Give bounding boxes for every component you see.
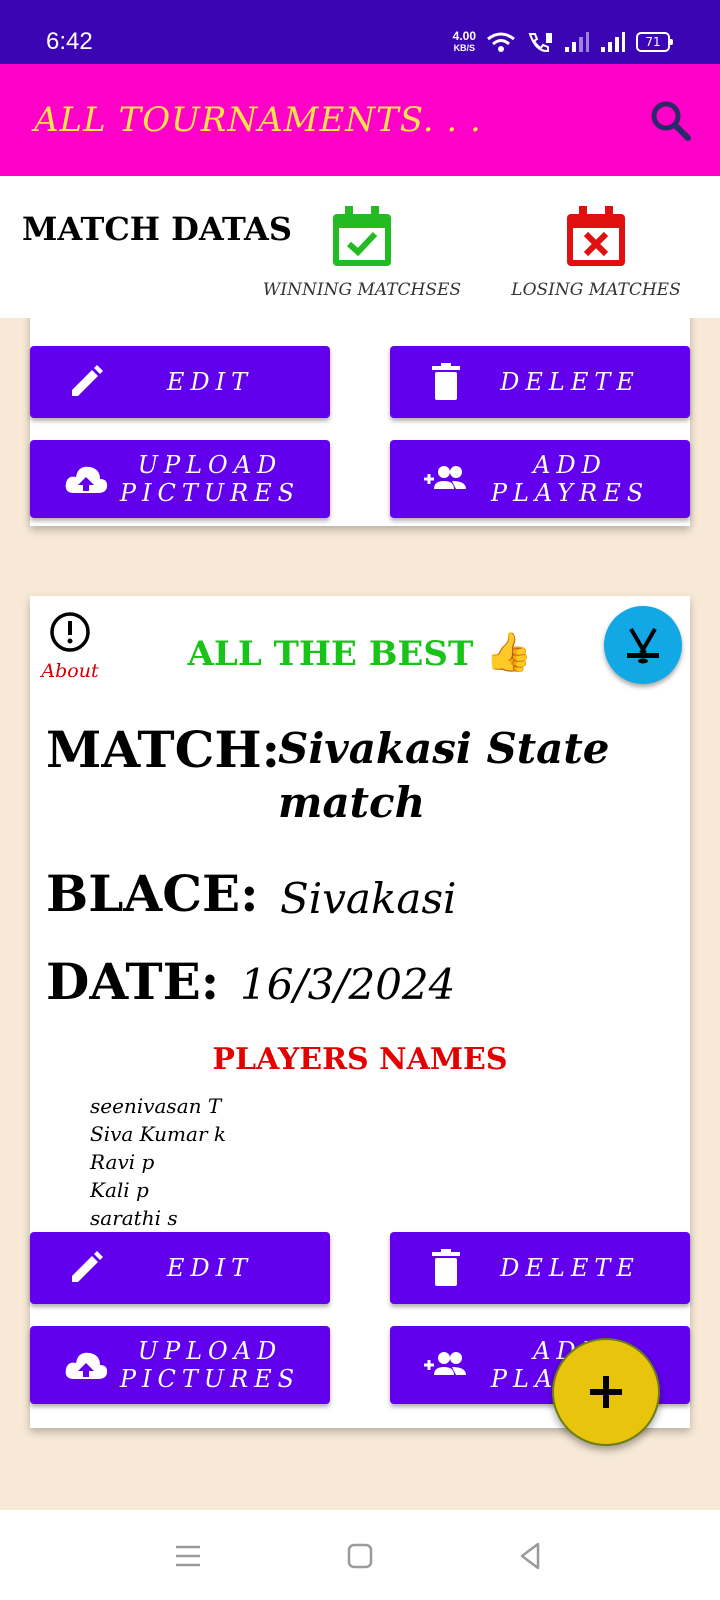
home-icon[interactable] [342, 1538, 378, 1574]
plus-icon [590, 1376, 622, 1408]
match-tabs: MATCH DATAS WINNING MATCHSES LOSING MATC… [0, 176, 720, 318]
list-item: sarathi s [90, 1206, 178, 1230]
tab-losing-label: LOSING MATCHES [511, 280, 681, 300]
signal-icon [565, 32, 589, 52]
add-players-button[interactable]: ADD PLAYRES [390, 440, 690, 518]
players-list: seenivasan T Siva Kumar k Ravi p Kali p … [90, 1092, 226, 1232]
tab-losing-matches[interactable]: LOSING MATCHES [496, 204, 696, 300]
list-item: Ravi p [90, 1150, 155, 1174]
cloud-upload-icon [65, 1352, 108, 1379]
person-add-icon [424, 466, 466, 489]
thumbs-up-icon: 👍 [485, 630, 533, 674]
calendar-check-icon [333, 206, 391, 266]
edit-label: EDIT [166, 368, 254, 396]
delete-label: DELETE [500, 368, 640, 396]
hockey-button[interactable] [604, 606, 682, 684]
status-time: 6:42 [46, 28, 93, 55]
tournament-card: EDIT DELETE UPLOAD PICTURES ADD PLAYRES [30, 318, 690, 526]
delete-label: DELETE [500, 1254, 640, 1282]
edit-label: EDIT [166, 1254, 254, 1282]
list-item: Siva Kumar k [90, 1122, 226, 1146]
date-label: DATE: [46, 952, 220, 1011]
list-item: Kali p [90, 1178, 149, 1202]
status-bar: 6:42 4.00 KB/S 71 [0, 0, 720, 64]
app-title: ALL TOURNAMENTS. . . [34, 100, 482, 140]
match-value: Sivakasi State match [278, 724, 610, 827]
delete-button[interactable]: DELETE [390, 1232, 690, 1304]
tab-winning-matches[interactable]: WINNING MATCHSES [262, 204, 462, 300]
place-label: BLACE: [46, 864, 259, 923]
date-value: 16/3/2024 [240, 960, 456, 1009]
edit-button[interactable]: EDIT [30, 346, 330, 418]
upload-label: UPLOAD PICTURES [119, 451, 301, 507]
add-tournament-fab[interactable] [552, 1338, 660, 1446]
calendar-x-icon [567, 206, 625, 266]
upload-pictures-button[interactable]: UPLOAD PICTURES [30, 440, 330, 518]
search-button[interactable] [646, 96, 694, 144]
cloud-upload-icon [65, 466, 108, 493]
match-label: MATCH: [46, 720, 281, 779]
menu-icon[interactable] [170, 1538, 206, 1574]
tab-winning-label: WINNING MATCHSES [262, 280, 462, 300]
place-value: Sivakasi [280, 874, 457, 923]
upload-pictures-button[interactable]: UPLOAD PICTURES [30, 1326, 330, 1404]
tournament-list[interactable]: EDIT DELETE UPLOAD PICTURES ADD PLAYRES … [0, 318, 720, 1510]
tournament-card: About ALL THE BEST 👍 MATCH: Sivakasi Sta… [30, 596, 690, 1428]
upload-label: UPLOAD PICTURES [119, 1337, 301, 1393]
network-speed: 4.00 KB/S [452, 29, 476, 53]
players-title: PLAYERS NAMES [212, 1042, 508, 1077]
delete-button[interactable]: DELETE [390, 346, 690, 418]
wifi-icon [487, 32, 515, 52]
pencil-icon [72, 1251, 103, 1282]
match-datas-title: MATCH DATAS [22, 210, 292, 248]
add-players-label: ADD PLAYRES [490, 451, 650, 507]
status-icons: 4.00 KB/S 71 [452, 29, 673, 54]
app-bar: ALL TOURNAMENTS. . . [0, 64, 720, 176]
trash-icon [432, 363, 460, 400]
search-icon [651, 101, 691, 141]
pencil-icon [72, 365, 103, 396]
system-nav-bar [0, 1510, 720, 1600]
hockey-icon [627, 627, 659, 664]
battery-icon: 71 [636, 32, 673, 52]
back-icon[interactable] [512, 1538, 548, 1574]
call-icon [528, 33, 552, 53]
person-add-icon [424, 1352, 466, 1375]
signal-icon-2 [601, 32, 625, 52]
trash-icon [432, 1249, 460, 1286]
greeting-text: ALL THE BEST 👍 [187, 630, 533, 674]
list-item: seenivasan T [90, 1094, 222, 1118]
edit-button[interactable]: EDIT [30, 1232, 330, 1304]
